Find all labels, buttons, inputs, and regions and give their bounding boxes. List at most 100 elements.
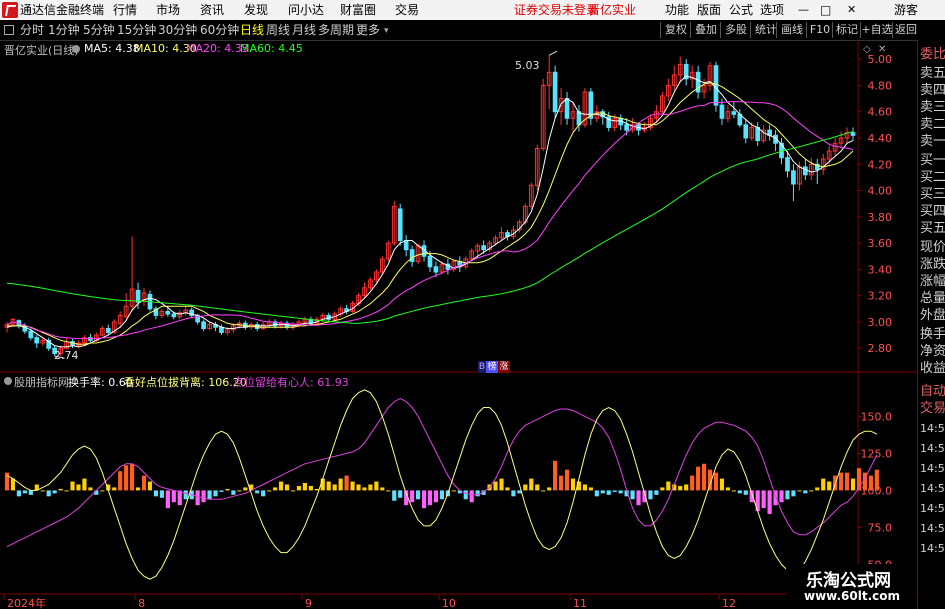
rp-change-pct[interactable]: 涨幅 bbox=[920, 274, 945, 290]
diamond-icon[interactable]: ◇ bbox=[863, 44, 871, 55]
indicator-bar bbox=[725, 487, 730, 491]
badge-rank[interactable]: 榜 bbox=[486, 361, 498, 373]
close-panel-icon[interactable]: ✕ bbox=[878, 44, 886, 55]
indicator-bar bbox=[374, 481, 379, 491]
f10-button[interactable]: F10 bbox=[806, 22, 833, 38]
indicator-bar bbox=[839, 472, 844, 491]
indicator-bar bbox=[588, 487, 593, 491]
rp-sell3[interactable]: 卖三 bbox=[920, 100, 945, 116]
indicator-bar bbox=[606, 490, 611, 495]
rp-sell5[interactable]: 卖五 bbox=[920, 66, 945, 82]
indicator-bar bbox=[701, 463, 707, 491]
menu-item-market[interactable]: 市场 bbox=[156, 0, 180, 20]
menu-item-trade[interactable]: 交易 bbox=[395, 0, 419, 20]
indicator-bar bbox=[648, 490, 653, 500]
rp-trade[interactable]: 交易 bbox=[920, 401, 945, 417]
kline-chart[interactable]: 5.00 4.80 4.60 4.40 4.20 4.00 3.80 3.60 3.40 3.20… bbox=[0, 40, 917, 609]
grid-toggle-icon[interactable] bbox=[4, 25, 14, 35]
rp-buy4[interactable]: 买四 bbox=[920, 204, 945, 220]
rp-buy5[interactable]: 买五 bbox=[920, 221, 945, 237]
indicator-settings-icon[interactable] bbox=[4, 377, 12, 385]
minimize-icon[interactable]: — bbox=[798, 0, 809, 20]
period-tab-monthly[interactable]: 月线 bbox=[292, 20, 316, 40]
rp-sell4[interactable]: 卖四 bbox=[920, 83, 945, 99]
adjust-button[interactable]: 复权 bbox=[660, 22, 691, 38]
menu-item-options[interactable]: 选项 bbox=[760, 0, 784, 20]
indicator-bar bbox=[594, 490, 599, 497]
close-icon[interactable]: ✕ bbox=[847, 0, 856, 20]
settings-dot-icon[interactable] bbox=[72, 45, 80, 53]
ma5-legend: MA5: 4.38 bbox=[84, 42, 140, 55]
menu-item-layout[interactable]: 版面 bbox=[697, 0, 721, 20]
period-tab-30min[interactable]: 30分钟 bbox=[158, 20, 197, 40]
indicator-bar bbox=[52, 490, 57, 494]
indicator-bar bbox=[666, 481, 671, 491]
add-favorite-button[interactable]: +自选 bbox=[860, 22, 893, 38]
indicator-bar bbox=[219, 490, 224, 492]
period-tab-daily[interactable]: 日线 bbox=[240, 20, 264, 40]
indicator-bar bbox=[827, 481, 832, 491]
indicator-bar bbox=[100, 490, 105, 492]
watermark-title: 乐淘公式网 bbox=[806, 571, 891, 591]
period-tab-multi[interactable]: 多周期 bbox=[318, 20, 354, 40]
rp-sell2[interactable]: 卖二 bbox=[920, 117, 945, 133]
menu-item-wealth[interactable]: 财富圈 bbox=[340, 0, 376, 20]
badge-b[interactable]: B bbox=[478, 361, 486, 373]
period-tab-weekly[interactable]: 周线 bbox=[266, 20, 290, 40]
candle-body bbox=[850, 132, 856, 136]
candle-body bbox=[481, 245, 486, 251]
period-tab-60min[interactable]: 60分钟 bbox=[200, 20, 239, 40]
back-button[interactable]: 返回 bbox=[892, 22, 919, 38]
rp-buy2[interactable]: 买二 bbox=[920, 170, 945, 186]
indicator-bar bbox=[350, 481, 355, 491]
indicator-bar bbox=[28, 490, 33, 495]
rp-commission-ratio[interactable]: 委比 bbox=[920, 47, 945, 63]
indicator-bar bbox=[427, 490, 433, 506]
rp-buy3[interactable]: 买三 bbox=[920, 187, 945, 203]
period-tab-more[interactable]: 更多 bbox=[356, 20, 380, 40]
candle-body bbox=[409, 249, 415, 263]
indicator-bar bbox=[171, 490, 176, 503]
login-notice[interactable]: 证券交易未登录 bbox=[514, 0, 598, 20]
rp-outer-volume[interactable]: 外盘 bbox=[920, 308, 945, 324]
mark-button[interactable]: 标记 bbox=[832, 22, 861, 38]
period-tab-timeshare[interactable]: 分时 bbox=[20, 20, 44, 40]
indicator-bar bbox=[135, 487, 141, 491]
rp-sell1[interactable]: 卖一 bbox=[920, 134, 945, 150]
rp-volume[interactable]: 总量 bbox=[920, 291, 945, 307]
rp-earnings[interactable]: 收益 bbox=[920, 361, 945, 377]
menu-item-formula[interactable]: 公式 bbox=[729, 0, 753, 20]
period-tab-5min[interactable]: 5分钟 bbox=[83, 20, 115, 40]
rp-buy1[interactable]: 买一 bbox=[920, 153, 945, 169]
menu-item-function[interactable]: 功能 bbox=[665, 0, 689, 20]
rp-net-assets[interactable]: 净资 bbox=[920, 344, 945, 360]
guest-label[interactable]: 游客 bbox=[894, 0, 918, 20]
period-tab-1min[interactable]: 1分钟 bbox=[48, 20, 80, 40]
draw-line-button[interactable]: 画线 bbox=[776, 22, 807, 38]
indicator-bar bbox=[785, 490, 790, 500]
indicator-bar bbox=[82, 478, 87, 491]
menu-item-news[interactable]: 资讯 bbox=[200, 0, 224, 20]
menu-item-ask[interactable]: 问小达 bbox=[288, 0, 324, 20]
indicator-bar bbox=[523, 484, 528, 491]
indicator-bar bbox=[70, 481, 75, 491]
overlay-button[interactable]: 叠加 bbox=[690, 22, 721, 38]
rp-change[interactable]: 涨跌 bbox=[920, 257, 945, 273]
menu-item-discover[interactable]: 发现 bbox=[244, 0, 268, 20]
rp-price[interactable]: 现价 bbox=[920, 240, 945, 256]
high-marker-line bbox=[548, 50, 558, 56]
multi-stock-button[interactable]: 多股 bbox=[720, 22, 751, 38]
price-tick-label: 2.80 bbox=[868, 342, 893, 355]
rp-auto[interactable]: 自动 bbox=[920, 384, 945, 400]
badge-rise[interactable]: 涨 bbox=[498, 361, 510, 373]
indicator-bar bbox=[499, 478, 504, 491]
indicator-bar bbox=[505, 487, 510, 491]
menu-item-quotes[interactable]: 行情 bbox=[113, 0, 137, 20]
indicator-bar bbox=[570, 478, 576, 491]
maximize-icon[interactable]: □ bbox=[820, 0, 831, 20]
rp-turnover[interactable]: 换手 bbox=[920, 327, 945, 343]
candle-body bbox=[105, 328, 111, 333]
chevron-down-icon[interactable]: ▾ bbox=[384, 26, 389, 36]
period-tab-15min[interactable]: 15分钟 bbox=[117, 20, 156, 40]
indicator-bar bbox=[612, 490, 617, 492]
